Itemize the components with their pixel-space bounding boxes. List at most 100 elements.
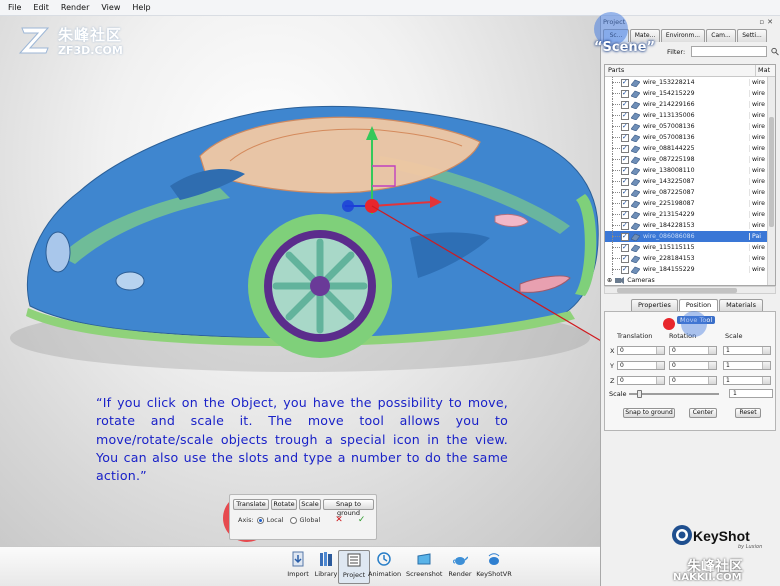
import-icon [292,551,304,567]
rotation-z-field[interactable]: 0 [669,376,717,385]
render-viewport[interactable]: 朱峰社区 ZF3D.COM “If you click on the Objec… [0,16,600,546]
scale-slider-knob[interactable] [637,390,642,398]
tree-connector [605,176,621,187]
translation-x-field[interactable]: 0 [617,346,665,355]
tab-camera[interactable]: Cam... [706,29,736,42]
visibility-checkbox[interactable] [621,155,629,164]
dock-animation[interactable]: Animation [368,550,401,584]
menu-help[interactable]: Help [132,3,150,12]
visibility-checkbox[interactable] [621,89,629,98]
tree-row[interactable]: wire_143225087wire [605,176,775,187]
visibility-checkbox[interactable] [621,133,629,142]
global-radio[interactable] [289,516,297,524]
panel-window-buttons[interactable]: ▫✕ [759,18,776,26]
dock-screenshot[interactable]: Screenshot [406,550,442,584]
scale-x-field[interactable]: 1 [723,346,771,355]
panel-snap-button[interactable]: Snap to ground [623,408,675,418]
tree-row[interactable]: wire_184155229wire [605,264,775,275]
visibility-checkbox[interactable] [621,177,629,186]
search-icon[interactable] [771,47,779,56]
tree-row[interactable]: wire_088144225wire [605,143,775,154]
visibility-checkbox[interactable] [621,166,629,175]
uniform-scale-field[interactable]: 1 [729,389,773,398]
tree-row[interactable]: wire_087225087wire [605,187,775,198]
tree-row[interactable]: wire_138008110wire [605,165,775,176]
rotate-button[interactable]: Rotate [271,499,297,510]
tree-row[interactable]: wire_057008136wire [605,121,775,132]
menu-view[interactable]: View [101,3,120,12]
tree-row[interactable]: wire_087225198wire [605,154,775,165]
translate-button[interactable]: Translate [233,499,269,510]
tab-materials-sub[interactable]: Materials [719,299,763,311]
visibility-checkbox[interactable] [621,111,629,120]
dock-render[interactable]: Render [444,550,476,584]
menu-file[interactable]: File [8,3,21,12]
tutorial-caption: “If you click on the Object, you have th… [96,395,508,484]
reset-button[interactable]: Reset [735,408,761,418]
visibility-checkbox[interactable] [621,221,629,230]
visibility-checkbox[interactable] [621,210,629,219]
col-material: Mat [755,65,775,76]
snap-to-ground-button[interactable]: Snap to ground [323,499,374,517]
filter-input[interactable] [691,46,768,57]
tree-connector [605,220,621,231]
scale-button[interactable]: Scale [299,499,321,510]
tree-row[interactable]: wire_154215229wire [605,88,775,99]
move-tool-label[interactable]: Move Tool [677,316,716,324]
tree-row[interactable]: wire_184228153wire [605,220,775,231]
dock-keyshotvr[interactable]: KeyShotVR [476,550,512,584]
cancel-icon[interactable]: ✕ [335,515,343,525]
translation-y-field[interactable]: 0 [617,361,665,370]
tree-vscroll[interactable] [767,77,775,285]
center-button[interactable]: Center [689,408,717,418]
part-icon [631,123,640,131]
menu-render[interactable]: Render [61,3,89,12]
tab-properties[interactable]: Properties [631,299,678,311]
visibility-checkbox[interactable] [621,265,629,274]
tab-environment[interactable]: Environm... [661,29,705,42]
local-radio[interactable] [256,516,264,524]
tab-position[interactable]: Position [678,299,719,311]
tree-row-cameras[interactable]: ⊕ Cameras [605,275,775,285]
tree-row[interactable]: wire_086086086Pai [605,231,775,242]
gizmo-z-handle[interactable] [342,200,354,212]
tree-row[interactable]: wire_228184153wire [605,253,775,264]
visibility-checkbox[interactable] [621,122,629,131]
tree-row[interactable]: wire_057008136wire [605,132,775,143]
render-teapot-icon [453,556,468,565]
visibility-checkbox[interactable] [621,243,629,252]
tree-row[interactable]: wire_113135006wire [605,110,775,121]
menu-edit[interactable]: Edit [33,3,49,12]
part-icon [631,266,640,274]
visibility-checkbox[interactable] [621,199,629,208]
tree-row[interactable]: wire_115115115wire [605,242,775,253]
transform-toolbar: Translate Rotate Scale Snap to ground Ax… [229,494,377,540]
headlight-left [45,231,71,273]
axis-x-label: X [610,347,615,355]
dock-project[interactable]: Project [338,550,370,584]
camera-icon [615,277,625,284]
tree-row[interactable]: wire_225198087wire [605,198,775,209]
visibility-checkbox[interactable] [621,144,629,153]
visibility-checkbox[interactable] [621,188,629,197]
part-icon [631,255,640,263]
scale-slider[interactable] [629,390,719,398]
rotation-y-field[interactable]: 0 [669,361,717,370]
tree-row[interactable]: wire_213154229wire [605,209,775,220]
scale-z-field[interactable]: 1 [723,376,771,385]
library-icon [320,552,332,566]
tab-settings[interactable]: Setti... [737,29,767,42]
tree-row[interactable]: wire_214229166wire [605,99,775,110]
confirm-icon[interactable]: ✓ [358,515,366,525]
expand-icon[interactable]: ⊕ [607,277,612,284]
visibility-checkbox[interactable] [621,100,629,109]
visibility-checkbox[interactable] [621,232,629,241]
rotation-x-field[interactable]: 0 [669,346,717,355]
tree-hscroll[interactable] [604,286,776,294]
scale-y-field[interactable]: 1 [723,361,771,370]
translation-z-field[interactable]: 0 [617,376,665,385]
part-name: wire_154215229 [643,90,695,97]
visibility-checkbox[interactable] [621,254,629,263]
tree-row[interactable]: wire_153228214wire [605,77,775,88]
visibility-checkbox[interactable] [621,78,629,87]
